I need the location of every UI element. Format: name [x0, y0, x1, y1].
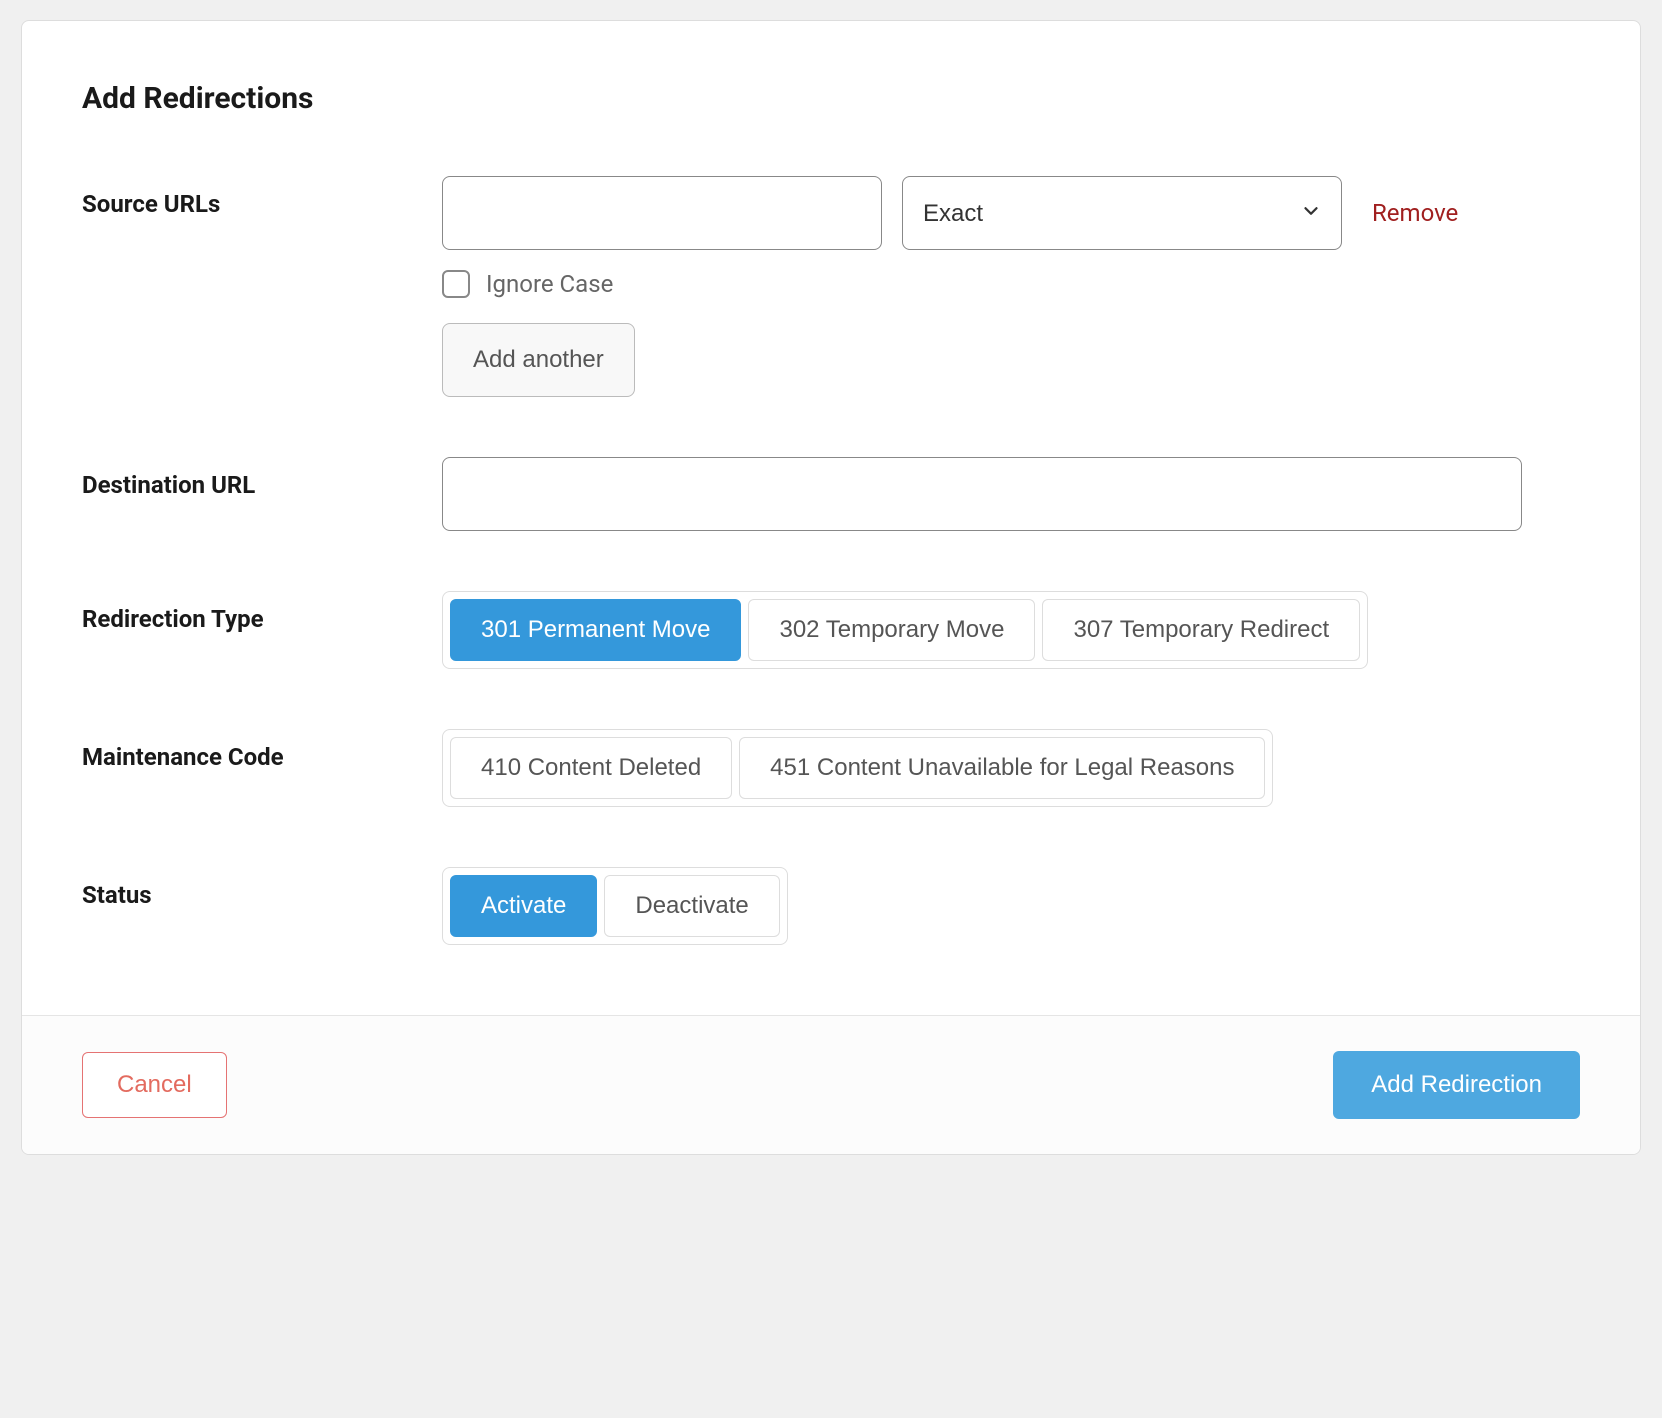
row-destination-url: Destination URL [82, 457, 1580, 531]
add-redirections-card: Add Redirections Source URLs Exact Remov… [21, 20, 1641, 1155]
remove-link[interactable]: Remove [1372, 199, 1458, 227]
redirection-type-307[interactable]: 307 Temporary Redirect [1042, 599, 1360, 661]
page-title: Add Redirections [82, 81, 1580, 116]
maintenance-code-controls: 410 Content Deleted 451 Content Unavaila… [442, 729, 1580, 807]
source-url-input[interactable] [442, 176, 882, 250]
label-status: Status [82, 867, 442, 909]
add-redirection-button[interactable]: Add Redirection [1333, 1051, 1580, 1119]
label-redirection-type: Redirection Type [82, 591, 442, 633]
maintenance-code-410[interactable]: 410 Content Deleted [450, 737, 732, 799]
label-destination-url: Destination URL [82, 457, 442, 499]
card-footer: Cancel Add Redirection [22, 1015, 1640, 1154]
cancel-button[interactable]: Cancel [82, 1052, 227, 1118]
label-source-urls: Source URLs [82, 176, 442, 218]
redirection-type-302[interactable]: 302 Temporary Move [748, 599, 1035, 661]
add-another-button[interactable]: Add another [442, 323, 635, 397]
row-maintenance-code: Maintenance Code 410 Content Deleted 451… [82, 729, 1580, 807]
row-status: Status Activate Deactivate [82, 867, 1580, 945]
redirection-type-group: 301 Permanent Move 302 Temporary Move 30… [442, 591, 1368, 669]
row-source-urls: Source URLs Exact Remove [82, 176, 1580, 397]
status-deactivate[interactable]: Deactivate [604, 875, 779, 937]
destination-url-input[interactable] [442, 457, 1522, 531]
ignore-case-checkbox[interactable] [442, 270, 470, 298]
redirection-type-301[interactable]: 301 Permanent Move [450, 599, 741, 661]
status-activate[interactable]: Activate [450, 875, 597, 937]
ignore-case-label: Ignore Case [486, 270, 613, 298]
match-type-select-wrapper: Exact [902, 176, 1342, 250]
label-maintenance-code: Maintenance Code [82, 729, 442, 771]
destination-controls [442, 457, 1580, 531]
maintenance-code-451[interactable]: 451 Content Unavailable for Legal Reason… [739, 737, 1265, 799]
status-controls: Activate Deactivate [442, 867, 1580, 945]
card-body: Add Redirections Source URLs Exact Remov… [22, 21, 1640, 1015]
source-controls: Exact Remove Ignore Case Add another [442, 176, 1580, 397]
match-type-select[interactable]: Exact [902, 176, 1342, 250]
redirection-type-controls: 301 Permanent Move 302 Temporary Move 30… [442, 591, 1580, 669]
source-url-row: Exact Remove [442, 176, 1580, 250]
row-redirection-type: Redirection Type 301 Permanent Move 302 … [82, 591, 1580, 669]
maintenance-code-group: 410 Content Deleted 451 Content Unavaila… [442, 729, 1273, 807]
status-group: Activate Deactivate [442, 867, 788, 945]
ignore-case-row: Ignore Case [442, 270, 1580, 298]
